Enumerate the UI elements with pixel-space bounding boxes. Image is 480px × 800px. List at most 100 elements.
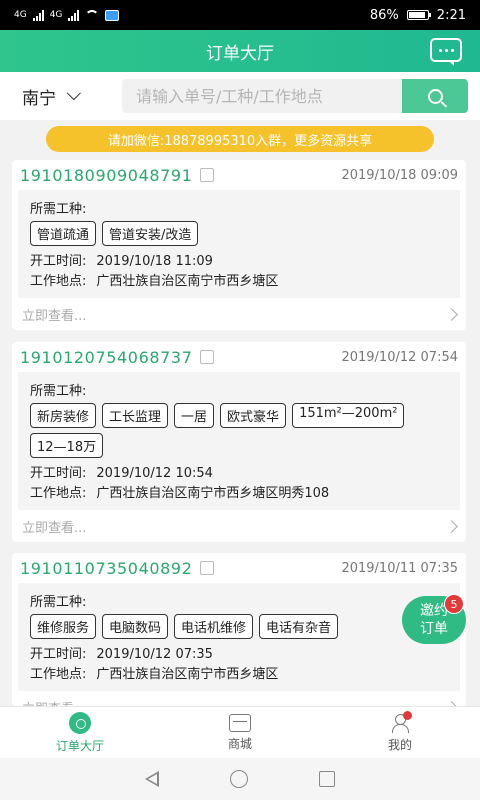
app-notification-icon <box>105 9 120 21</box>
signal-icon-2 <box>68 9 80 21</box>
tab-mine[interactable]: 我的 <box>320 707 480 758</box>
battery-percent: 86% <box>369 7 399 23</box>
start-time-row: 开工时间: 2019/10/18 11:09 <box>30 252 448 272</box>
trade-tag: 管道安装/改造 <box>102 221 199 246</box>
view-more-link[interactable]: 立即查看... <box>12 691 466 706</box>
order-number: 1910180909048791 <box>20 165 215 186</box>
notification-dot <box>403 710 412 720</box>
start-time-value: 2019/10/12 10:54 <box>96 466 213 481</box>
trade-label: 所需工种: <box>30 202 87 217</box>
trade-label: 所需工种: <box>30 384 87 399</box>
order-card[interactable]: 1910110735040892 2019/10/11 07:35 所需工种: … <box>12 553 466 706</box>
order-number-text: 1910120754068737 <box>20 347 193 367</box>
user-icon <box>390 710 412 733</box>
trade-tag: 欧式豪华 <box>220 403 287 428</box>
order-card[interactable]: 1910180909048791 2019/10/18 09:09 所需工种: … <box>12 160 466 330</box>
order-number-text: 1910180909048791 <box>20 165 193 185</box>
location-row: 工作地点: 广西壮族自治区南宁市西乡塘区 <box>30 665 448 685</box>
trade-tags: 维修服务 电脑数码 电话机维修 电话有杂音 <box>30 614 448 639</box>
tab-order-hall[interactable]: 订单大厅 <box>0 707 160 758</box>
start-time-value: 2019/10/12 07:35 <box>96 647 213 662</box>
view-more-label: 立即查看... <box>22 308 87 324</box>
location-row: 工作地点: 广西壮族自治区南宁市西乡塘区 <box>30 272 448 292</box>
start-time-label: 开工时间: <box>30 466 87 481</box>
trade-tag: 电话机维修 <box>174 614 254 639</box>
invite-count-badge: 5 <box>444 594 464 614</box>
view-more-link[interactable]: 立即查看... <box>12 510 466 542</box>
trade-tag: 管道疏通 <box>30 221 97 246</box>
compass-icon <box>69 711 91 734</box>
status-left: 4G 4G <box>14 9 120 21</box>
location-value: 广西壮族自治区南宁市西乡塘区 <box>96 667 279 682</box>
back-icon[interactable] <box>145 771 160 787</box>
message-icon[interactable] <box>430 38 462 66</box>
search-icon <box>427 88 443 104</box>
start-time-label: 开工时间: <box>30 647 87 662</box>
copy-icon[interactable] <box>196 561 215 579</box>
copy-icon[interactable] <box>196 168 215 186</box>
trade-tag: 工长监理 <box>102 403 169 428</box>
view-more-label: 立即查看... <box>22 520 87 536</box>
view-more-link[interactable]: 立即查看... <box>12 298 466 330</box>
recent-apps-icon[interactable] <box>318 771 335 787</box>
wifi-icon <box>85 10 100 20</box>
status-bar: 4G 4G 86% 2:21 <box>0 0 480 30</box>
signal-icon <box>32 9 44 21</box>
page-title: 订单大厅 <box>206 43 274 64</box>
order-posted-time: 2019/10/18 09:09 <box>341 167 458 183</box>
clock: 2:21 <box>436 7 466 23</box>
city-label: 南宁 <box>22 88 56 109</box>
search-row: 南宁 <box>0 72 480 120</box>
battery-icon <box>406 10 431 20</box>
title-bar: 订单大厅 <box>0 30 480 72</box>
chevron-down-icon <box>66 86 81 101</box>
location-row: 工作地点: 广西壮族自治区南宁市西乡塘区明秀108 <box>30 484 448 504</box>
trade-tag: 一居 <box>174 403 215 428</box>
view-more-label: 立即查看... <box>22 698 86 707</box>
order-number: 1910120754068737 <box>20 347 215 368</box>
home-icon[interactable] <box>229 770 248 788</box>
tab-label: 订单大厅 <box>55 738 104 753</box>
trade-tag: 12—18万 <box>30 433 104 458</box>
search-box <box>122 79 402 113</box>
order-card-header: 1910120754068737 2019/10/12 07:54 <box>12 342 466 372</box>
search-input[interactable] <box>136 86 402 106</box>
trade-tag: 新房装修 <box>30 403 97 428</box>
trade-tags: 新房装修 工长监理 一居 欧式豪华 151m²—200m² 12—18万 <box>30 403 448 458</box>
order-card[interactable]: 1910120754068737 2019/10/12 07:54 所需工种: … <box>12 342 466 542</box>
location-value: 广西壮族自治区南宁市西乡塘区 <box>96 274 279 289</box>
order-number: 1910110735040892 <box>20 558 215 579</box>
location-label: 工作地点: <box>30 486 87 501</box>
location-label: 工作地点: <box>30 274 87 289</box>
tab-label: 我的 <box>387 737 412 752</box>
search-button[interactable] <box>402 79 468 113</box>
order-details: 所需工种: 维修服务 电脑数码 电话机维修 电话有杂音 开工时间: 2019/10… <box>18 583 460 691</box>
network-type-2: 4G <box>49 10 63 20</box>
bottom-tab-bar: 订单大厅 商城 我的 <box>0 706 480 758</box>
start-time-row: 开工时间: 2019/10/12 10:54 <box>30 464 448 484</box>
order-posted-time: 2019/10/12 07:54 <box>341 349 458 365</box>
system-nav-bar <box>0 758 480 800</box>
tab-label: 商城 <box>227 736 252 751</box>
order-number-text: 1910110735040892 <box>20 558 193 578</box>
invite-line-2: 订单 <box>420 621 448 637</box>
shop-icon <box>229 713 251 732</box>
trade-tag: 电脑数码 <box>102 614 169 639</box>
order-details: 所需工种: 新房装修 工长监理 一居 欧式豪华 151m²—200m² 12—1… <box>18 372 460 510</box>
network-type-1: 4G <box>14 10 27 20</box>
copy-icon[interactable] <box>196 350 215 368</box>
trade-label: 所需工种: <box>30 595 87 610</box>
trade-tag: 电话有杂音 <box>259 614 339 639</box>
city-selector[interactable]: 南宁 <box>22 84 122 109</box>
chevron-right-icon <box>445 307 458 321</box>
wechat-banner[interactable]: 请加微信:18878995310入群，更多资源共享 <box>46 126 434 152</box>
status-right: 86% 2:21 <box>370 8 466 23</box>
chevron-right-icon <box>445 519 458 533</box>
trade-tag: 维修服务 <box>30 614 97 639</box>
trade-tag: 151m²—200m² <box>292 403 405 428</box>
trade-tags: 管道疏通 管道安装/改造 <box>30 221 448 246</box>
tab-shop[interactable]: 商城 <box>160 707 320 758</box>
order-posted-time: 2019/10/11 07:35 <box>341 560 458 576</box>
location-value: 广西壮族自治区南宁市西乡塘区明秀108 <box>96 486 330 501</box>
order-card-header: 1910180909048791 2019/10/18 09:09 <box>12 160 466 190</box>
